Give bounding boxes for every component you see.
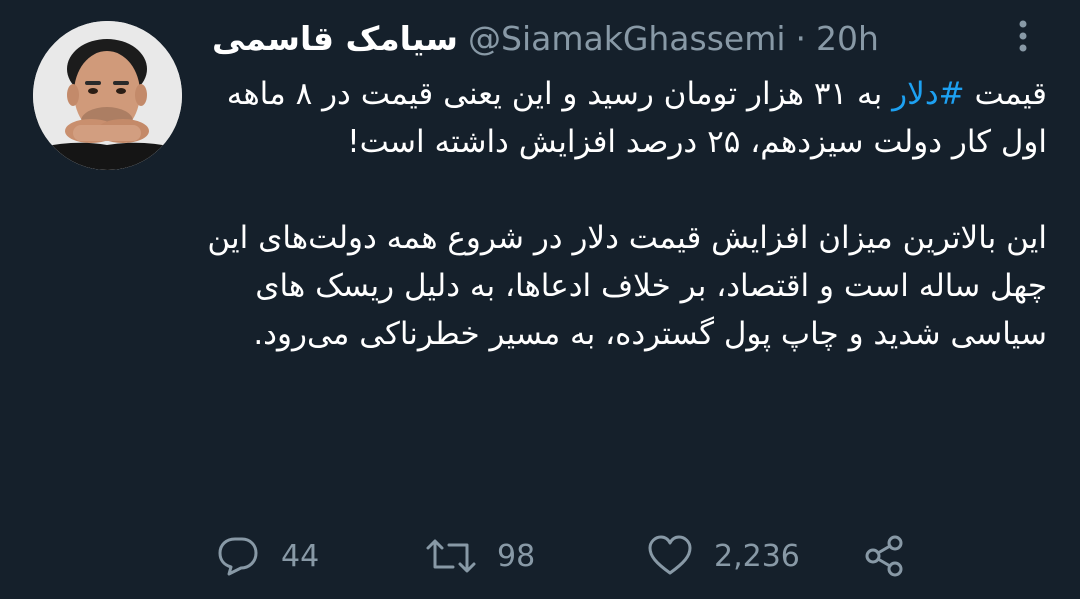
tweet-paragraph-2: این بالاترین میزان افزایش قیمت دلار در ش…	[197, 220, 1047, 352]
retweet-count: 98	[497, 538, 536, 574]
share-icon	[862, 533, 908, 579]
like-button[interactable]: 2,236	[646, 529, 800, 583]
reply-icon	[215, 533, 261, 579]
like-count: 2,236	[714, 538, 800, 574]
paragraph-1-start: قیمت	[964, 76, 1047, 112]
author-display-name[interactable]: سیامک قاسمی	[212, 19, 458, 58]
share-button[interactable]	[862, 529, 908, 583]
reply-count: 44	[281, 538, 320, 574]
hashtag-link[interactable]: #دلار	[892, 76, 964, 112]
tweet-text: قیمت #دلار به ۳۱ هزار تومان رسید و این ی…	[205, 70, 1047, 358]
heart-icon	[646, 533, 694, 579]
tweet-timestamp[interactable]: 20h	[816, 19, 879, 58]
tweet-header: سیامک قاسمی @SiamakGhassemi · 20h	[212, 16, 879, 60]
tweet-paragraph-1: قیمت #دلار به ۳۱ هزار تومان رسید و این ی…	[205, 70, 1047, 166]
more-options-icon[interactable]	[1010, 16, 1036, 56]
header-separator: ·	[795, 18, 807, 58]
avatar[interactable]	[33, 21, 182, 170]
retweet-icon	[425, 533, 477, 579]
tweet-actions: 44 98 2,236	[0, 529, 1080, 583]
reply-button[interactable]: 44	[215, 529, 319, 583]
retweet-button[interactable]: 98	[425, 529, 535, 583]
author-handle[interactable]: @SiamakGhassemi	[468, 19, 786, 58]
